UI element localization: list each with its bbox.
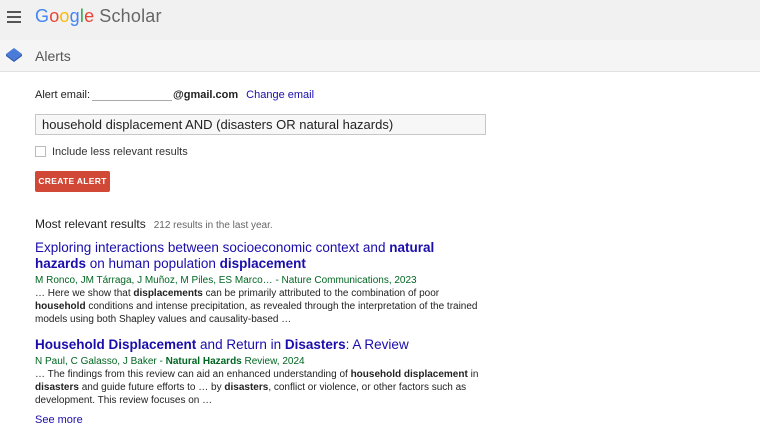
text-fragment: and guide future efforts to … by [78, 382, 225, 393]
include-less-relevant-row[interactable]: Include less relevant results [35, 145, 188, 158]
logo-suffix: Scholar [99, 6, 162, 26]
section-header: Alerts [0, 40, 760, 72]
create-alert-button[interactable]: CREATE ALERT [35, 171, 110, 192]
text-fragment: Exploring interactions between socioecon… [35, 240, 390, 255]
results-title: Most relevant results [35, 217, 146, 231]
logo-letter: e [84, 6, 95, 26]
page-title: Alerts [35, 48, 71, 64]
include-less-relevant-label: Include less relevant results [52, 146, 188, 158]
result-authors: N Paul, C Galasso, J Baker - Natural Haz… [35, 355, 485, 368]
logo-letter: o [49, 6, 60, 26]
email-label: Alert email: [35, 89, 91, 101]
text-fragment: household [35, 301, 86, 312]
text-fragment: … Here we show that [35, 288, 134, 299]
menu-icon[interactable] [7, 11, 21, 23]
results-heading: Most relevant results 212 results in the … [35, 217, 273, 231]
result-snippet: … Here we show that displacements can be… [35, 287, 485, 326]
result-item: Household Displacement and Return in Dis… [35, 337, 485, 407]
text-fragment: disasters [35, 382, 79, 393]
results-count: 212 results in the last year. [153, 220, 273, 231]
text-fragment: : A Review [345, 337, 409, 352]
text-fragment: on human population [86, 256, 220, 271]
text-fragment: can be primarily attributed to the combi… [202, 288, 440, 299]
text-fragment: household displacement [350, 369, 468, 380]
include-less-relevant-checkbox[interactable] [35, 145, 46, 157]
text-fragment: and Return in [196, 337, 285, 352]
top-bar: Google Scholar [0, 0, 760, 40]
text-fragment: Household Displacement [35, 337, 197, 352]
change-email-link[interactable]: Change email [246, 89, 314, 101]
see-more-link[interactable]: See more [35, 414, 83, 426]
text-fragment: Natural Hazards [165, 356, 242, 367]
text-fragment: in [467, 369, 479, 380]
email-field[interactable] [92, 88, 173, 101]
text-fragment: disasters [224, 382, 269, 393]
result-title-link[interactable]: Exploring interactions between socioecon… [35, 240, 485, 272]
result-title-link[interactable]: Household Displacement and Return in Dis… [35, 337, 485, 353]
alert-query-input[interactable]: household displacement AND (disasters OR… [35, 114, 486, 135]
result-authors: M Ronco, JM Tárraga, J Muñoz, M Piles, E… [35, 274, 485, 287]
text-fragment: displacements [133, 288, 203, 299]
text-fragment: N Paul, C Galasso, J Baker - [35, 356, 166, 367]
logo-letter: G [35, 6, 50, 26]
google-scholar-logo[interactable]: Google Scholar [35, 6, 162, 27]
result-snippet: … The findings from this review can aid … [35, 368, 485, 407]
text-fragment: Review, 2024 [241, 356, 305, 367]
logo-letter: o [59, 6, 70, 26]
text-fragment: conditions and intense precipitation, as… [35, 301, 478, 325]
text-fragment: … The findings from this review can aid … [35, 369, 351, 380]
alert-email-row: Alert email: @gmail.com Change email [35, 88, 314, 101]
text-fragment: M Ronco, JM Tárraga, J Muñoz, M Piles, E… [35, 275, 417, 286]
email-domain: @gmail.com [173, 89, 239, 101]
logo-letter: g [69, 6, 80, 26]
alert-icon [6, 48, 22, 62]
text-fragment: Disasters [284, 337, 346, 352]
text-fragment: displacement [219, 256, 306, 271]
result-item: Exploring interactions between socioecon… [35, 240, 485, 326]
